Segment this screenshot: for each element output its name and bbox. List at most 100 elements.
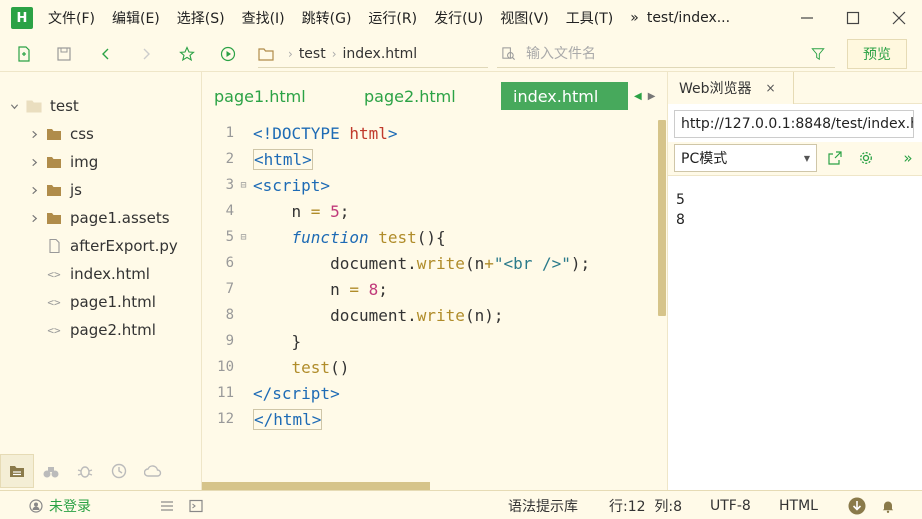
file-search-icon: [501, 46, 516, 61]
tree-item-afterexport[interactable]: afterExport.py: [0, 232, 202, 260]
file-search-input[interactable]: [526, 45, 796, 62]
syntax-hint-library[interactable]: 语法提示库: [508, 491, 578, 519]
folder-icon: [258, 47, 274, 61]
device-mode-value: PC模式: [681, 151, 728, 167]
tree-item-page1-assets[interactable]: page1.assets: [0, 204, 202, 232]
code-file-icon: <>: [47, 323, 61, 337]
editor-vertical-scrollbar[interactable]: [658, 120, 666, 316]
settings-button[interactable]: [858, 150, 874, 166]
tab-web-browser[interactable]: Web浏览器 ×: [668, 72, 794, 104]
code-line: 5 ⊟ function test(){: [202, 224, 657, 250]
tree-item-css[interactable]: css: [0, 120, 202, 148]
editor-horizontal-scrollbar[interactable]: [202, 482, 430, 490]
line-number: 9: [225, 333, 234, 349]
tab-source-control[interactable]: [102, 454, 136, 488]
tab-page1-html[interactable]: page1.html: [202, 82, 337, 110]
list-icon[interactable]: [160, 491, 174, 519]
filter-icon[interactable]: [811, 47, 825, 61]
menu-publish[interactable]: 发行(U): [434, 8, 483, 28]
login-status[interactable]: 未登录: [49, 491, 91, 519]
folder-icon: [10, 466, 24, 477]
menu-find[interactable]: 查找(I): [242, 8, 285, 28]
sidebar-tabs: [0, 452, 202, 490]
menu-more-button[interactable]: »: [630, 10, 639, 26]
toolbar: › test › index.html 预览: [0, 36, 922, 72]
preview-button[interactable]: 预览: [847, 39, 907, 69]
tab-scroll-left-icon[interactable]: ◀: [634, 91, 642, 102]
minimize-icon: [801, 17, 813, 19]
tree-item-img[interactable]: img: [0, 148, 202, 176]
fold-icon[interactable]: ⊟: [234, 232, 253, 243]
code-line: 10 test(): [202, 354, 657, 380]
save-button[interactable]: [52, 42, 76, 66]
tab-cloud[interactable]: [136, 454, 170, 488]
code-line: 2 <html>: [202, 146, 657, 172]
chevron-right-icon[interactable]: [28, 156, 40, 168]
back-button[interactable]: [94, 42, 118, 66]
save-icon: [57, 47, 71, 61]
tab-debug[interactable]: [68, 454, 102, 488]
menu-run[interactable]: 运行(R): [368, 8, 417, 28]
expand-button[interactable]: »: [900, 149, 916, 167]
close-window-button[interactable]: [876, 0, 922, 36]
menu-goto[interactable]: 跳转(G): [302, 8, 352, 28]
double-chevron-right-icon: »: [903, 149, 913, 167]
open-external-button[interactable]: [827, 150, 843, 166]
cursor-position[interactable]: 行:12 列:8: [609, 491, 682, 519]
forward-button[interactable]: [134, 42, 158, 66]
close-icon[interactable]: ×: [766, 81, 776, 95]
language-mode[interactable]: HTML: [779, 491, 818, 519]
menu-edit[interactable]: 编辑(E): [112, 8, 160, 28]
breadcrumb-separator: ›: [288, 46, 293, 61]
menu-bar: H 文件(F) 编辑(E) 选择(S) 查找(I) 跳转(G) 运行(R) 发行…: [0, 0, 922, 36]
maximize-button[interactable]: [830, 0, 876, 36]
tab-index-html[interactable]: index.html: [501, 82, 628, 110]
breadcrumb-item[interactable]: test: [299, 46, 326, 62]
fold-icon[interactable]: ⊟: [234, 180, 253, 191]
menu-tools[interactable]: 工具(T): [566, 8, 613, 28]
tree-item-page1-html[interactable]: <> page1.html: [0, 288, 202, 316]
line-number: 8: [225, 307, 234, 323]
run-button[interactable]: [216, 42, 240, 66]
chevron-right-icon[interactable]: [28, 184, 40, 196]
file-search-bar: [497, 40, 835, 68]
tree-item-js[interactable]: js: [0, 176, 202, 204]
terminal-icon[interactable]: [189, 491, 203, 519]
tab-project[interactable]: [0, 454, 34, 488]
tree-root-test[interactable]: test: [0, 92, 202, 120]
chevron-right-icon[interactable]: [28, 212, 40, 224]
menu-file[interactable]: 文件(F): [48, 8, 95, 28]
tree-item-label: css: [70, 125, 94, 143]
tab-plugins[interactable]: [34, 454, 68, 488]
tab-scroll-right-icon[interactable]: ▶: [648, 91, 656, 102]
breadcrumb-item[interactable]: index.html: [343, 46, 418, 62]
notification-button[interactable]: [881, 491, 895, 519]
tree-item-label: page1.assets: [70, 209, 170, 227]
cloud-icon: [144, 465, 162, 477]
url-input[interactable]: [675, 111, 913, 137]
maximize-icon: [846, 11, 860, 25]
chevron-down-icon[interactable]: [8, 100, 20, 112]
code-line: 6 document.write(n+"<br />");: [202, 250, 657, 276]
preview-tabbar: Web浏览器 ×: [668, 72, 922, 104]
device-mode-select[interactable]: PC模式 ▼: [674, 144, 817, 172]
menu-select[interactable]: 选择(S): [177, 8, 225, 28]
code-line: 9 }: [202, 328, 657, 354]
new-file-button[interactable]: [12, 42, 36, 66]
project-sidebar: test css img js page1.assets afterExport…: [0, 72, 202, 490]
minimize-button[interactable]: [784, 0, 830, 36]
code-editor: page1.html page2.html index.html ◀ ▶ 1 <…: [202, 72, 668, 490]
folder-icon: [25, 98, 43, 114]
tree-item-page2-html[interactable]: <> page2.html: [0, 316, 202, 344]
code-area[interactable]: 1 <!DOCTYPE html> 2 <html> 3 ⊟ <script> 4…: [202, 120, 668, 440]
tree-item-index-html[interactable]: <> index.html: [0, 260, 202, 288]
download-button[interactable]: [848, 491, 866, 519]
encoding[interactable]: UTF-8: [710, 491, 751, 519]
favorite-button[interactable]: [175, 42, 199, 66]
line-number: 6: [225, 255, 234, 271]
chevron-right-icon[interactable]: [28, 128, 40, 140]
line-number: 7: [225, 281, 234, 297]
tab-page2-html[interactable]: page2.html: [352, 82, 487, 110]
menu-view[interactable]: 视图(V): [500, 8, 549, 28]
preview-tab-label: Web浏览器: [679, 81, 752, 97]
